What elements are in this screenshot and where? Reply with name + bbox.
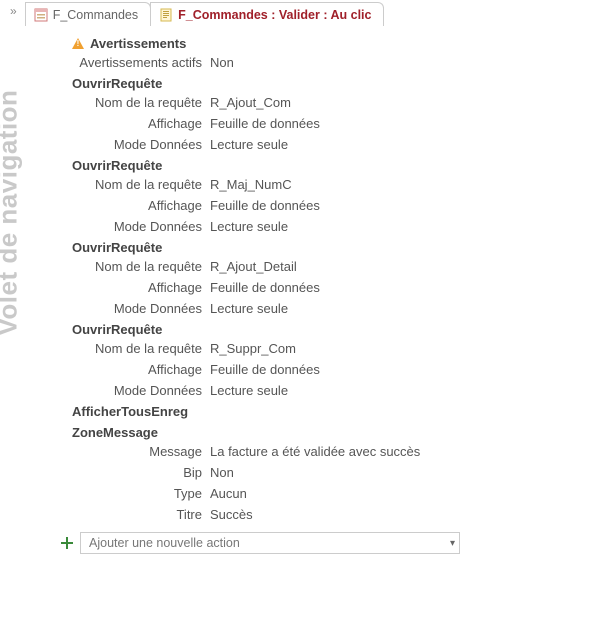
macro-action[interactable]: OuvrirRequête [72,240,590,255]
param-label: Affichage [60,362,210,377]
param-label: Affichage [60,198,210,213]
param-value: Non [210,465,590,480]
param-row[interactable]: MessageLa facture a été validée avec suc… [60,444,590,459]
nav-pane-collapsed[interactable]: Volet de navigation [0,90,24,336]
warnings-action[interactable]: Avertissements [72,36,590,51]
tab-f-commandes[interactable]: F_Commandes [25,2,151,26]
param-value: Lecture seule [210,383,590,398]
param-value: R_Ajout_Com [210,95,590,110]
param-value: Feuille de données [210,116,590,131]
param-label: Mode Données [60,219,210,234]
form-icon [34,8,48,22]
param-row[interactable]: Nom de la requêteR_Ajout_Detail [60,259,590,274]
warning-icon [72,38,84,49]
param-row[interactable]: AffichageFeuille de données [60,116,590,131]
param-label: Affichage [60,116,210,131]
param-row[interactable]: TypeAucun [60,486,590,501]
tab-label: F_Commandes : Valider : Au clic [178,8,371,22]
param-row[interactable]: Mode DonnéesLecture seule [60,137,590,152]
param-row[interactable]: Avertissements actifs Non [60,55,590,70]
param-row[interactable]: AffichageFeuille de données [60,280,590,295]
param-value: Succès [210,507,590,522]
param-value: Aucun [210,486,590,501]
param-value: R_Ajout_Detail [210,259,590,274]
param-row[interactable]: Nom de la requêteR_Maj_NumC [60,177,590,192]
param-label: Nom de la requête [60,177,210,192]
param-row[interactable]: AffichageFeuille de données [60,198,590,213]
param-label: Titre [60,507,210,522]
param-value: Lecture seule [210,137,590,152]
chevron-down-icon: ▾ [450,538,455,549]
param-label: Nom de la requête [60,341,210,356]
warnings-title: Avertissements [90,36,186,51]
param-value: Feuille de données [210,280,590,295]
param-label: Type [60,486,210,501]
add-action-icon [60,536,74,550]
param-value: Non [210,55,590,70]
param-row[interactable]: Nom de la requêteR_Suppr_Com [60,341,590,356]
param-row[interactable]: TitreSuccès [60,507,590,522]
macro-action[interactable]: OuvrirRequête [72,76,590,91]
param-row[interactable]: BipNon [60,465,590,480]
param-label: Bip [60,465,210,480]
param-label: Avertissements actifs [60,55,210,70]
param-row[interactable]: Mode DonnéesLecture seule [60,219,590,234]
param-value: R_Suppr_Com [210,341,590,356]
macro-action[interactable]: OuvrirRequête [72,322,590,337]
nav-pane-toggle[interactable]: » [8,0,17,18]
param-label: Mode Données [60,301,210,316]
param-value: Feuille de données [210,198,590,213]
param-value: Lecture seule [210,219,590,234]
macro-designer: Avertissements Avertissements actifs Non… [60,36,590,640]
macro-action[interactable]: OuvrirRequête [72,158,590,173]
param-label: Message [60,444,210,459]
macro-action[interactable]: ZoneMessage [72,425,590,440]
param-row[interactable]: Mode DonnéesLecture seule [60,301,590,316]
param-label: Nom de la requête [60,259,210,274]
param-value: Feuille de données [210,362,590,377]
add-action-placeholder: Ajouter une nouvelle action [89,536,240,550]
tab-macro-valider[interactable]: F_Commandes : Valider : Au clic [150,2,384,26]
param-label: Mode Données [60,137,210,152]
tab-strip: F_Commandes F_Commandes : Valider : Au c… [25,0,385,26]
macro-action[interactable]: AfficherTousEnreg [72,404,590,419]
param-row[interactable]: AffichageFeuille de données [60,362,590,377]
param-value: La facture a été validée avec succès [210,444,590,459]
macro-icon [159,8,173,22]
param-value: Lecture seule [210,301,590,316]
param-value: R_Maj_NumC [210,177,590,192]
param-label: Mode Données [60,383,210,398]
param-label: Affichage [60,280,210,295]
tab-label: F_Commandes [53,8,138,22]
param-row[interactable]: Nom de la requêteR_Ajout_Com [60,95,590,110]
param-row[interactable]: Mode DonnéesLecture seule [60,383,590,398]
param-label: Nom de la requête [60,95,210,110]
add-action-select[interactable]: Ajouter une nouvelle action ▾ [80,532,460,554]
